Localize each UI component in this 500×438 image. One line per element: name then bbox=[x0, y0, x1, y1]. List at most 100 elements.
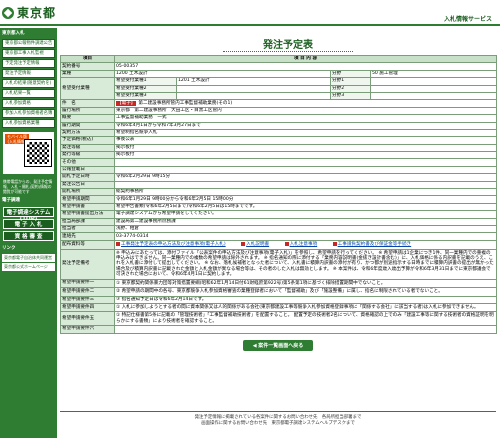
sidebar-section-procurement: 電子調達 bbox=[2, 198, 20, 203]
sidebar-item[interactable]: 参加入札参加資格者名簿 bbox=[2, 109, 55, 118]
back-to-list-button[interactable]: ◀ 案件一覧画面へ戻る bbox=[243, 339, 313, 351]
pdf-icon bbox=[241, 241, 246, 246]
row-label: 希望申請要件三 bbox=[60, 295, 115, 304]
mobile-note: 携帯電話からの、発注予定情報、入札・開札(契約)情報の閲覧が可能です bbox=[3, 179, 53, 194]
row-value: 令和6年1月29日 9時00分から令和6年2月5日 15時00分 bbox=[114, 195, 497, 204]
table-row: 希望受付業種2 分野2 bbox=[61, 84, 497, 93]
table-row: 履行場所 東京都 第二建設事務所 大田工区・目黒工区管内 bbox=[60, 106, 497, 116]
row-label: 希望申請要件六 bbox=[60, 325, 115, 334]
row-value: 総契約事務所 bbox=[114, 188, 497, 197]
row-value bbox=[370, 84, 497, 93]
table-row: 希望申請書 希望申告書類(令和6年2月5日まで)令和6年2月5日は15時までです。 bbox=[60, 202, 497, 212]
row-label: 発行等級 bbox=[60, 151, 115, 160]
row-label: 発注予定備考 bbox=[60, 248, 115, 280]
sidebar-item[interactable]: 東京都工事入札監視 bbox=[2, 49, 55, 58]
row-label: 予定価格(税込) bbox=[60, 136, 115, 145]
row-value bbox=[114, 165, 497, 175]
procurement-top-button[interactable]: 電子調達システム(TOP) bbox=[3, 207, 54, 222]
sidebar: 東京都入札 東京都公報物件調達公告 東京都工事入札監視 予定発注予定情報 発注予… bbox=[0, 28, 57, 438]
sidebar-section-links: リンク bbox=[2, 246, 16, 251]
row-label: 担当局部課 bbox=[60, 217, 115, 227]
row-sublabel: 希望受付業種2 bbox=[114, 84, 177, 93]
table-header-row: 項目 項 目 内 容 bbox=[60, 54, 497, 64]
row-value: 令和6年4月1日から令和7年3月27日まで bbox=[114, 121, 497, 130]
row-value: 電子調達システムから希望申請をしてください。 bbox=[114, 210, 497, 219]
sidebar-section-tokyo: 東京都入札 bbox=[2, 31, 25, 36]
row-value: 03-3774-0314 bbox=[114, 232, 497, 241]
sidebar-item[interactable]: 入札参加資格業種 bbox=[2, 119, 55, 128]
row-label: 希望申請書 bbox=[60, 202, 115, 212]
sidebar-item[interactable]: 入札参加資格 bbox=[2, 99, 55, 108]
row-value: ② 希望申請の期間中の各号、東京都競争入札参加資格審査の業種登録者において「監督… bbox=[114, 287, 497, 297]
table-row: 連絡先 03-3774-0314 bbox=[60, 232, 497, 241]
file-link[interactable]: 入札注意事項 bbox=[290, 242, 318, 247]
row-value: ① 特記仕様書第5条に記載の「管理技術者」「工事監督補助技術者」を配置すること。… bbox=[114, 311, 497, 327]
row-label: 履行場所 bbox=[60, 106, 115, 116]
file-link[interactable]: 工事発注予定表の申込方法及び注意事項(電子入札) bbox=[121, 242, 226, 247]
row-value bbox=[114, 180, 497, 190]
table-row: 希望申請要件一 ① 東京都契約関係暴力団等対策措置要綱(昭和62年1月14日付61… bbox=[60, 278, 497, 289]
row-label: 履行期間 bbox=[60, 121, 115, 130]
col-content: 項 目 内 容 bbox=[114, 54, 497, 64]
row-label: 希望申請書提出方法 bbox=[60, 210, 115, 219]
row-value: 05-00357 bbox=[114, 62, 497, 71]
table-row: 希望申請要件五 ① 特記仕様書第5条に記載の「管理技術者」「工事監督補助技術者」を… bbox=[60, 311, 497, 327]
sidebar-item[interactable]: 予定発注予定情報 bbox=[2, 59, 55, 68]
table-row: 履行期間 令和6年4月1日から令和7年3月27日まで bbox=[60, 121, 497, 130]
table-row: 配布資料等 工事発注予定表の申込方法及び注意事項(電子入札) 入札説明書 入札注… bbox=[60, 239, 497, 250]
table-row: 公報登載日 bbox=[60, 165, 497, 175]
row-label: 開札場所 bbox=[60, 188, 115, 197]
table-row: 発注等級 掲示板付 bbox=[60, 143, 497, 153]
table-row: 希望受付業種3 分野3 bbox=[61, 91, 497, 101]
row-value: 掲示板付 bbox=[114, 143, 497, 153]
table-row: 希望申請書提出方法 電子調達システムから希望申請をしてください。 bbox=[60, 210, 497, 219]
row-value bbox=[176, 84, 331, 93]
row-label: 希望受付業種 bbox=[60, 77, 115, 101]
qualification-button[interactable]: 資 格 審 査 bbox=[3, 231, 54, 241]
sidebar-item[interactable]: 入札の結果(随意契約を) bbox=[2, 79, 55, 88]
pdf-icon bbox=[284, 241, 289, 246]
row-label: 契約方法 bbox=[60, 128, 115, 138]
table-row: 開札場所 総契約事務所 bbox=[60, 188, 497, 197]
sidebar-item[interactable]: 東京都公報物件調達公告 bbox=[2, 39, 55, 48]
row-value bbox=[370, 77, 497, 86]
tokyo-emblem-icon bbox=[2, 6, 14, 19]
file-link[interactable]: 工事請負契約書及び保証金等手続き bbox=[338, 242, 412, 247]
link-tokyo-official[interactable]: 東京都公式ホームページ bbox=[2, 263, 55, 271]
table-row: 担当局部課 建設局第二建設事務所庶務課 bbox=[60, 217, 497, 227]
row-value: 【電子】 第二建設事務所管内工事監督補助業務(その1) bbox=[114, 99, 497, 108]
row-label: 希望申請期間 bbox=[60, 195, 115, 204]
sidebar-item[interactable]: 入札結果一覧 bbox=[2, 89, 55, 98]
row-value: ① 入札に参加しようとする者の間に資本関係又は人的関係がある会社(東京都建設工事… bbox=[114, 302, 497, 313]
detail-table: 項目 項 目 内 容 契約番号 05-00357 業種 1200 土木設計 分野… bbox=[60, 54, 497, 334]
qr-code-icon bbox=[24, 139, 52, 167]
table-row: 概要 工事監督補助業務 一式 bbox=[60, 114, 497, 123]
file-link[interactable]: 入札説明書 bbox=[246, 242, 269, 247]
tokyo-logo[interactable]: 東京都 bbox=[2, 4, 56, 21]
footer: 発注予定情報に掲載されている各案件に関するお問い合わせ先 各局所担当部署まで 画… bbox=[60, 411, 496, 427]
row-sublabel: 分野1 bbox=[330, 77, 371, 86]
row-sublabel: 分野 bbox=[330, 69, 371, 79]
pdf-icon bbox=[332, 241, 337, 246]
table-row: 契約番号 05-00357 bbox=[60, 62, 497, 71]
top-bar: 東京都 入札情報サービス bbox=[0, 0, 500, 26]
table-row: 予定価格(税込) 事後公表 bbox=[60, 136, 497, 145]
pdf-icon bbox=[116, 241, 120, 246]
files-cell: 工事発注予定表の申込方法及び注意事項(電子入札) 入札説明書 入札注意事項 工事… bbox=[114, 239, 497, 250]
table-row: 希望申請期間 令和6年1月29日 9時00分から令和6年2月5日 15時00分 bbox=[60, 195, 497, 204]
link-joint-operation[interactable]: 東京都電子自治体共同運営 bbox=[2, 254, 55, 262]
row-label: 希望申請要件四 bbox=[60, 302, 115, 313]
row-value: 希望制指名競争入札 bbox=[114, 128, 497, 138]
row-sublabel: 分野2 bbox=[330, 84, 371, 93]
mobile-qr-box[interactable]: モバイル版(入札情報) bbox=[3, 132, 54, 174]
row-value bbox=[114, 325, 497, 334]
sidebar-item[interactable]: 発注予定情報 bbox=[2, 69, 55, 78]
project-name: 第二建設事務所管内工事監督補助業務(その1) bbox=[138, 100, 233, 106]
row-label: 契約番号 bbox=[60, 62, 115, 71]
table-row: 件 名 【電子】 第二建設事務所管内工事監督補助業務(その1) bbox=[60, 99, 497, 108]
row-sublabel: 希望受付業種3 bbox=[114, 91, 177, 101]
table-row: 業種 1200 土木設計 分野 50 施工管理 bbox=[60, 69, 497, 79]
row-label: 希望申請要件五 bbox=[60, 311, 115, 327]
row-label: 概要 bbox=[60, 114, 115, 123]
table-row: 開札予定日時 令和6年2月29日 9時15分 bbox=[60, 173, 497, 182]
